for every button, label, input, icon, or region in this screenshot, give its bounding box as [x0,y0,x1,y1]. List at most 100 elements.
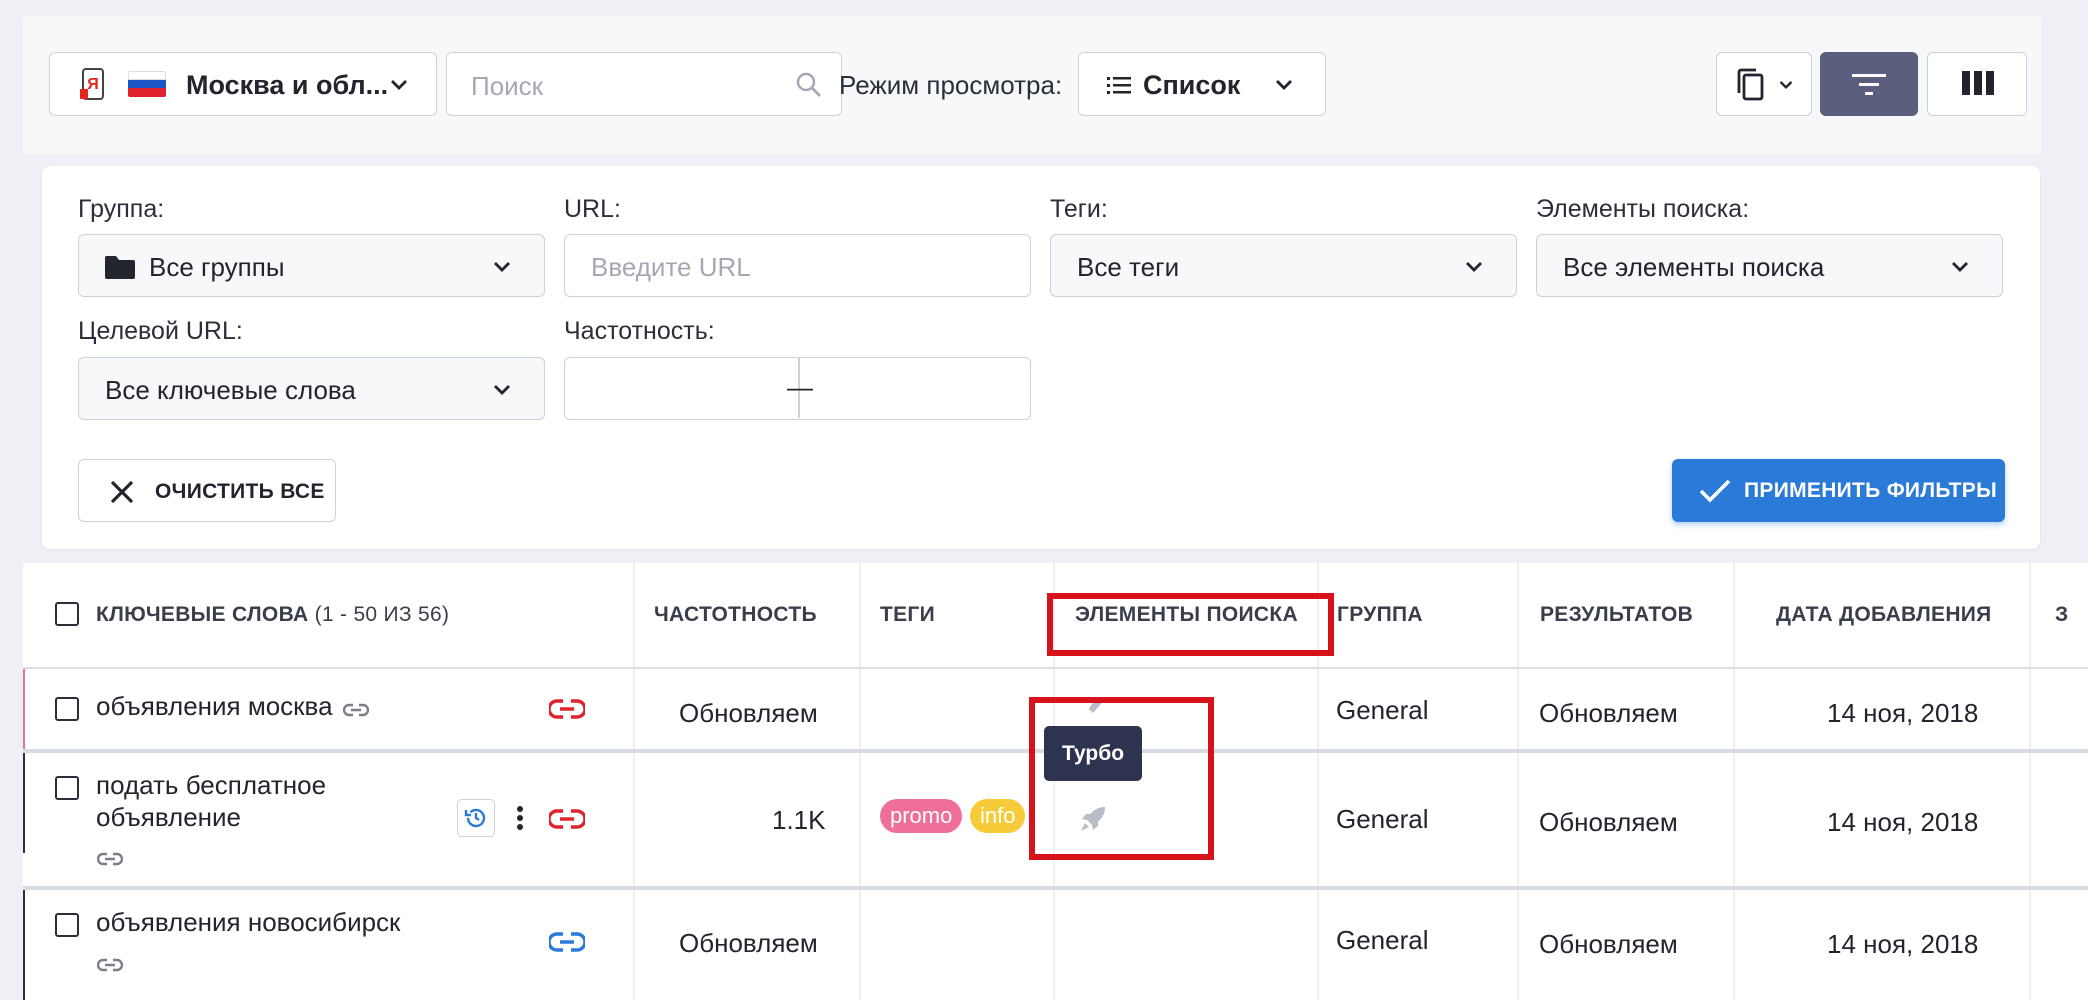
top-toolbar: Я Москва и обл... Поиск Режим просмотра:… [23,16,2041,154]
copy-icon [1737,68,1764,101]
filters-panel: Группа: Все группы URL: Введите URL Теги… [42,166,2040,549]
chevron-down-icon [391,80,407,90]
tags-filter-value: Все теги [1077,252,1180,282]
select-all-checkbox[interactable] [55,602,79,626]
row-checkbox[interactable] [55,697,79,721]
target-url-filter-value: Все ключевые слова [105,375,356,405]
column-divider [2029,563,2031,1000]
region-label: Москва и обл... [186,70,389,100]
clear-all-button[interactable]: ОЧИСТИТЬ ВСЕ [78,459,336,522]
external-link-icon[interactable] [549,807,585,831]
search-icon[interactable] [795,71,823,99]
external-link-icon[interactable] [549,930,585,954]
group-value: General [1336,695,1429,725]
highlight-box-header [1047,593,1334,656]
chevron-down-icon [1779,81,1793,89]
keyword-text[interactable]: подать бесплатное объявление [96,769,356,833]
more-options-icon[interactable] [516,805,524,831]
keywords-count: (1 - 50 ИЗ 56) [314,603,450,626]
url-filter-input[interactable]: Введите URL [564,234,1031,297]
column-header-date-added[interactable]: ДАТА ДОБАВЛЕНИЯ [1776,603,1992,627]
row-divider [23,667,2088,669]
column-header-frequency[interactable]: ЧАСТОТНОСТЬ [654,603,817,627]
history-icon [464,808,486,828]
target-url-filter-label: Целевой URL: [78,317,243,345]
frequency-value: Обновляем [679,698,818,728]
group-value: General [1336,925,1429,955]
target-url-filter-select[interactable]: Все ключевые слова [78,357,545,420]
filter-toggle-button[interactable] [1820,52,1918,116]
link-icon[interactable] [97,957,123,973]
url-filter-label: URL: [564,195,621,223]
keyword-text[interactable]: объявления москва [96,690,333,722]
column-header-keywords[interactable]: КЛЮЧЕВЫЕ СЛОВА (1 - 50 ИЗ 56) [96,603,449,627]
row-marker [23,669,25,749]
date-value: 14 ноя, 2018 [1827,929,1979,959]
tags-filter-label: Теги: [1050,195,1108,223]
column-header-group[interactable]: ГРУППА [1337,603,1423,627]
columns-button[interactable] [1927,52,2027,116]
tag-badge[interactable]: info [970,799,1026,833]
group-value: General [1336,804,1429,834]
region-selector[interactable]: Я Москва и обл... [49,52,437,116]
copy-button[interactable] [1716,52,1812,116]
apply-filters-label: ПРИМЕНИТЬ ФИЛЬТРЫ [1744,479,1997,502]
folder-icon [105,256,135,279]
results-value: Обновляем [1539,807,1678,837]
row-divider [23,886,2088,890]
date-value: 14 ноя, 2018 [1827,807,1979,837]
search-box[interactable]: Поиск [446,52,842,116]
results-value: Обновляем [1539,698,1678,728]
search-elements-filter-select[interactable]: Все элементы поиска [1536,234,2003,297]
view-mode-label: Режим просмотра: [839,70,1063,100]
search-elements-filter-value: Все элементы поиска [1563,252,1825,282]
column-divider [859,563,861,1000]
history-button[interactable] [457,799,495,837]
group-filter-select[interactable]: Все группы [78,234,545,297]
columns-icon [1962,71,1994,95]
list-icon [1107,77,1131,94]
link-icon[interactable] [97,851,123,867]
column-divider [633,563,635,1000]
tags-filter-select[interactable]: Все теги [1050,234,1517,297]
column-header-next[interactable]: З [2055,603,2068,627]
highlight-box-cell [1029,697,1214,860]
search-elements-filter-label: Элементы поиска: [1536,195,1750,223]
close-icon [110,480,134,504]
filter-icon [1852,74,1886,95]
frequency-min-input[interactable] [565,358,797,418]
row-marker [23,753,25,853]
frequency-range: — [564,357,1031,420]
column-divider [1733,563,1735,1000]
row-checkbox[interactable] [55,776,79,800]
column-divider [1517,563,1519,1000]
chevron-down-icon [1952,262,1968,272]
russia-flag [128,71,166,97]
search-input[interactable]: Поиск [471,71,543,102]
view-mode-value: Список [1143,70,1241,100]
keyword-text[interactable]: объявления новосибирск [96,906,400,938]
chevron-down-icon [494,262,510,272]
clear-all-label: ОЧИСТИТЬ ВСЕ [155,480,325,503]
row-marker [23,890,25,1000]
chevron-down-icon [1466,262,1482,272]
url-filter-placeholder: Введите URL [591,252,751,282]
column-header-tags[interactable]: ТЕГИ [880,603,935,627]
frequency-max-input[interactable] [800,358,1030,418]
tag-badge[interactable]: promo [880,799,963,833]
view-mode-select[interactable]: Список [1078,52,1326,116]
frequency-filter-label: Частотность: [564,317,715,345]
chevron-down-icon [1276,80,1292,90]
row-checkbox[interactable] [55,913,79,937]
group-filter-label: Группа: [78,195,165,223]
external-link-icon[interactable] [549,697,585,721]
column-header-results[interactable]: РЕЗУЛЬТАТОВ [1540,603,1693,627]
apply-filters-button[interactable]: ПРИМЕНИТЬ ФИЛЬТРЫ [1672,459,2005,522]
results-value: Обновляем [1539,929,1678,959]
svg-text:Я: Я [87,76,99,93]
yandex-icon: Я [80,68,104,100]
column-header-keywords-label: КЛЮЧЕВЫЕ СЛОВА [96,603,309,626]
check-icon [1699,479,1731,503]
frequency-value: 1.1K [772,805,826,835]
link-icon[interactable] [343,702,369,718]
